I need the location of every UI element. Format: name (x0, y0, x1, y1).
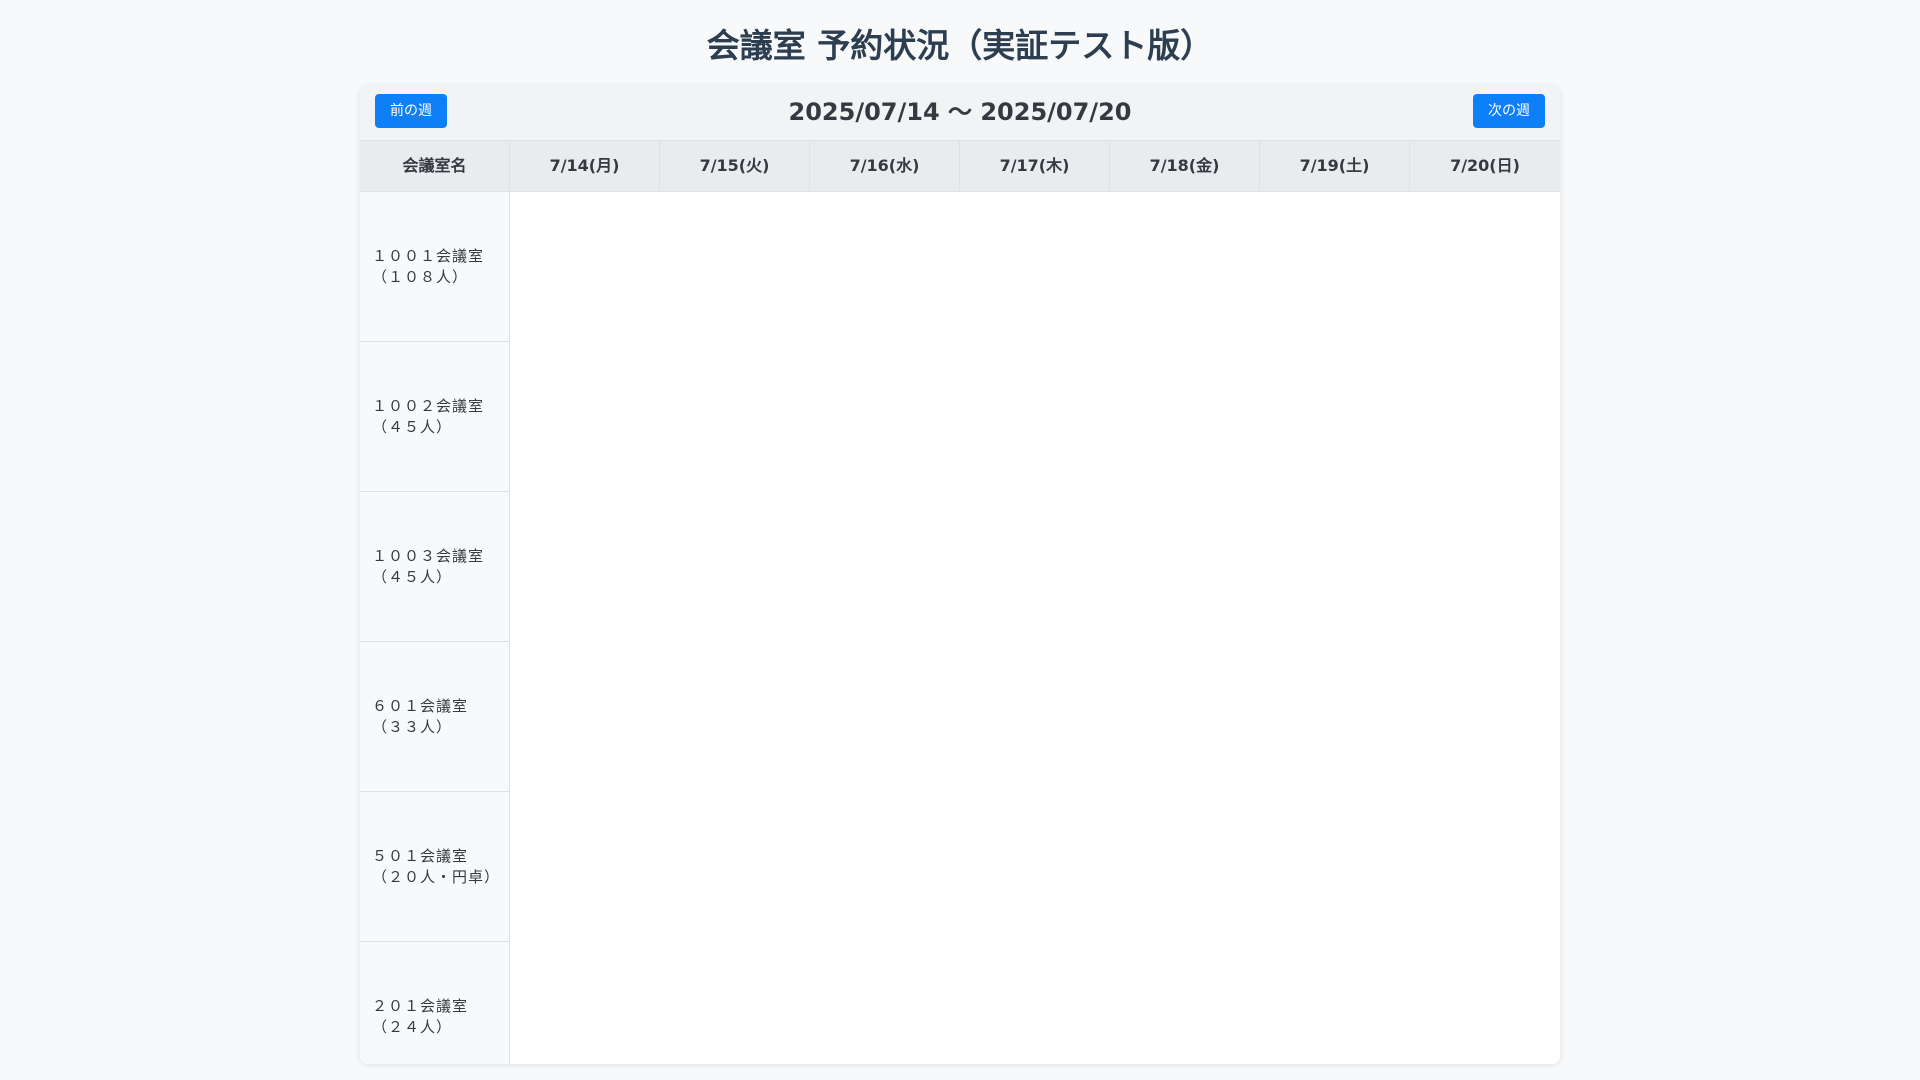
page-title: 会議室 予約状況（実証テスト版） (706, 26, 1214, 65)
day-header: 7/14(月) (510, 141, 660, 191)
reservation-calendar: 前の週 2025/07/14 ～ 2025/07/20 次の週 会議室名 7/1… (360, 85, 1560, 1064)
room-row: ２０１会議室 （２４人） (360, 942, 509, 1064)
day-header: 7/17(木) (960, 141, 1110, 191)
room-row: ６０１会議室 （３３人） (360, 642, 509, 792)
room-name: １００３会議室 （４５人） (372, 546, 485, 586)
room-row: １００３会議室 （４５人） (360, 492, 509, 642)
week-navigation: 前の週 2025/07/14 ～ 2025/07/20 次の週 (360, 85, 1560, 141)
room-row: ５０１会議室 （２０人・円卓） (360, 792, 509, 942)
table-header-row: 会議室名 7/14(月) 7/15(火) 7/16(水) 7/17(木) 7/1… (360, 141, 1560, 192)
room-name: ５０１会議室 （２０人・円卓） (372, 846, 501, 886)
week-range-label: 2025/07/14 ～ 2025/07/20 (788, 98, 1132, 126)
day-header: 7/15(火) (660, 141, 810, 191)
room-name-header: 会議室名 (360, 141, 510, 191)
schedule-grid[interactable] (510, 192, 1560, 1064)
room-row: １００２会議室 （４５人） (360, 342, 509, 492)
next-week-button[interactable]: 次の週 (1473, 94, 1545, 128)
day-header: 7/16(水) (810, 141, 960, 191)
room-name: １００１会議室 （１０８人） (372, 246, 485, 286)
day-header: 7/18(金) (1110, 141, 1260, 191)
prev-week-button[interactable]: 前の週 (375, 94, 447, 128)
room-row: １００１会議室 （１０８人） (360, 192, 509, 342)
room-name: ６０１会議室 （３３人） (372, 696, 469, 736)
day-header: 7/19(土) (1260, 141, 1410, 191)
room-list: １００１会議室 （１０８人） １００２会議室 （４５人） １００３会議室 （４５… (360, 192, 510, 1064)
day-header: 7/20(日) (1450, 156, 1520, 175)
room-name: １００２会議室 （４５人） (372, 396, 485, 436)
room-name: ２０１会議室 （２４人） (372, 997, 469, 1036)
